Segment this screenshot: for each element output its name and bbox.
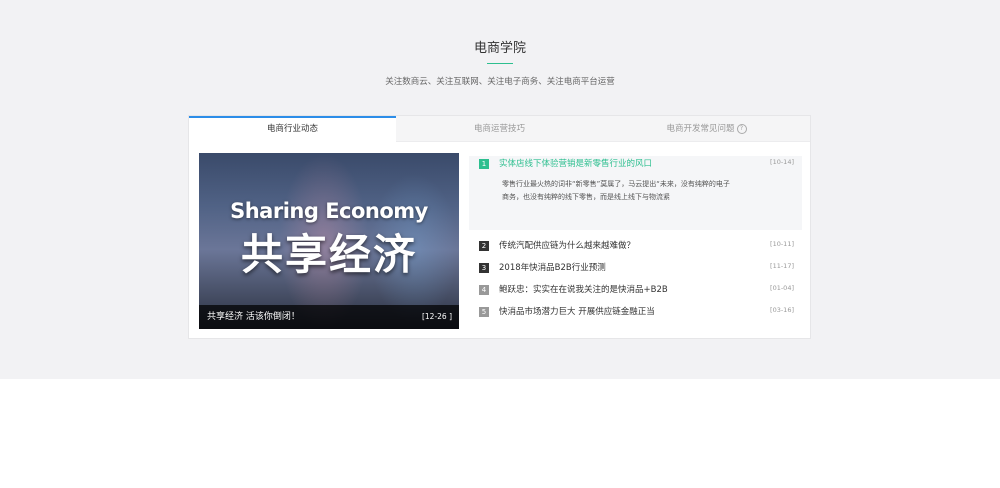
rank-badge: 5: [479, 307, 489, 317]
news-item[interactable]: 5 快消品市场潜力巨大 开展供应链金融正当 [03-16]: [469, 304, 802, 326]
rank-badge: 1: [479, 159, 489, 169]
news-title[interactable]: 快消品市场潜力巨大 开展供应链金融正当: [499, 305, 655, 317]
news-item[interactable]: 1 实体店线下体验营销是新零售行业的风口 [10-14] 零售行业最火热的词非“…: [469, 156, 802, 230]
news-panel: 电商行业动态 电商运营技巧 电商开发常见问题? Sharing Economy …: [188, 115, 811, 339]
feature-caption[interactable]: 共享经济 活该你倒闭！: [207, 305, 300, 329]
tab-operation-tips[interactable]: 电商运营技巧: [396, 116, 603, 142]
news-summary: 零售行业最火热的词非“新零售”莫属了，马云提出“未来，没有纯粹的电子商务，也没有…: [502, 180, 730, 201]
news-title[interactable]: 鲍跃忠：实实在在说我关注的是快消品+B2B: [499, 283, 668, 295]
feature-image-text-cn: 共享经济: [240, 230, 417, 279]
section-title: 电商学院: [473, 41, 526, 56]
feature-image-text-en: Sharing Economy: [230, 199, 428, 223]
tab-dev-faq[interactable]: 电商开发常见问题?: [603, 116, 810, 142]
news-date: [10-14]: [770, 158, 794, 166]
tab-label: 电商行业动态: [266, 124, 318, 134]
news-item[interactable]: 4 鲍跃忠：实实在在说我关注的是快消品+B2B [01-04]: [469, 282, 802, 304]
tab-bar: 电商行业动态 电商运营技巧 电商开发常见问题?: [189, 116, 810, 142]
news-item[interactable]: 2 传统汽配供应链为什么越来越难做？ [10-11]: [469, 238, 802, 260]
tab-label: 电商运营技巧: [473, 124, 525, 134]
question-circle-icon: ?: [736, 123, 747, 134]
rank-badge: 2: [479, 241, 489, 251]
news-date: [03-16]: [770, 306, 794, 314]
academy-section: 电商学院 关注数商云、关注互联网、关注电子商务、关注电商平台运营 电商行业动态 …: [0, 0, 1000, 379]
news-title[interactable]: 实体店线下体验营销是新零售行业的风口: [499, 157, 652, 169]
rank-badge: 4: [479, 285, 489, 295]
feature-date: [12-26 ]: [421, 312, 452, 321]
section-subtitle: 关注数商云、关注互联网、关注电子商务、关注电商平台运营: [385, 77, 615, 87]
title-underline: [487, 63, 513, 64]
news-item[interactable]: 3 2018年快消品B2B行业预测 [11-17]: [469, 260, 802, 282]
tab-industry-news[interactable]: 电商行业动态: [189, 116, 396, 142]
feature-caption-bar: 共享经济 活该你倒闭！ [12-26 ]: [199, 305, 459, 329]
news-title[interactable]: 传统汽配供应链为什么越来越难做？: [499, 239, 635, 251]
tab-label: 电商开发常见问题: [666, 124, 735, 134]
news-list: 1 实体店线下体验营销是新零售行业的风口 [10-14] 零售行业最火热的词非“…: [469, 156, 802, 326]
news-date: [11-17]: [770, 262, 794, 270]
news-date: [01-04]: [770, 284, 794, 292]
news-title[interactable]: 2018年快消品B2B行业预测: [499, 261, 606, 273]
rank-badge: 3: [479, 263, 489, 273]
feature-article[interactable]: Sharing Economy 共享经济 共享经济 活该你倒闭！ [12-26 …: [199, 153, 459, 329]
news-date: [10-11]: [770, 240, 794, 248]
